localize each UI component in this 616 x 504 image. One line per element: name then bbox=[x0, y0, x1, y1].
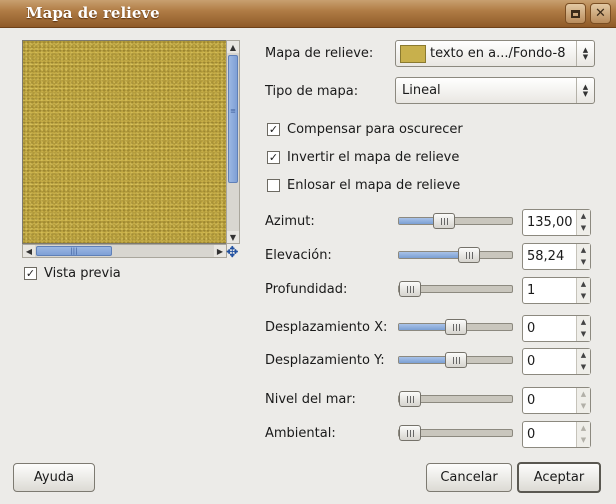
offset-y-slider[interactable] bbox=[398, 352, 513, 368]
grip-icon: ≡ bbox=[230, 107, 236, 115]
window-title: Mapa de relieve bbox=[26, 4, 160, 22]
waterlevel-label: Nivel del mar: bbox=[265, 392, 356, 407]
option-label: Enlosar el mapa de relieve bbox=[287, 178, 461, 193]
slider-knob[interactable] bbox=[445, 319, 467, 335]
horizontal-scroll-thumb[interactable]: ||| bbox=[36, 246, 112, 256]
elevation-value: 58,24 bbox=[527, 249, 565, 264]
slider-knob[interactable] bbox=[433, 213, 455, 229]
tile-checkbox[interactable]: Enlosar el mapa de relieve bbox=[267, 178, 460, 193]
grip-icon: ||| bbox=[70, 247, 78, 255]
spin-arrows-icon[interactable]: ▲ ▼ bbox=[576, 422, 590, 447]
offset-y-label: Desplazamiento Y: bbox=[265, 353, 385, 368]
compensate-checkbox[interactable]: ✓ Compensar para oscurecer bbox=[267, 122, 463, 137]
depth-slider[interactable] bbox=[398, 281, 513, 297]
ambient-value: 0 bbox=[527, 427, 536, 442]
ok-button-label: Aceptar bbox=[533, 470, 585, 485]
preview-checkbox[interactable]: ✓ Vista previa bbox=[24, 266, 121, 281]
preview-image[interactable] bbox=[22, 40, 227, 244]
offset-x-slider[interactable] bbox=[398, 319, 513, 335]
azimuth-spinbutton[interactable]: 135,00 ▲ ▼ bbox=[522, 209, 591, 236]
spin-arrows-icon[interactable]: ▲ ▼ bbox=[576, 278, 590, 303]
waterlevel-spinbutton[interactable]: 0 ▲ ▼ bbox=[522, 387, 591, 414]
offset-y-spinbutton[interactable]: 0 ▲ ▼ bbox=[522, 348, 591, 375]
title-bar: Mapa de relieve ✕ bbox=[0, 0, 616, 28]
map-type-select[interactable]: Lineal ▲ ▼ bbox=[395, 77, 595, 104]
slider-knob[interactable] bbox=[458, 247, 480, 263]
scroll-right-icon[interactable]: ▶ bbox=[214, 245, 226, 257]
scroll-down-icon[interactable]: ▼ bbox=[227, 231, 239, 243]
checkbox-box[interactable] bbox=[267, 179, 280, 192]
depth-label: Profundidad: bbox=[265, 282, 348, 297]
waterlevel-value: 0 bbox=[527, 393, 536, 408]
offset-x-value: 0 bbox=[527, 321, 536, 336]
maximize-icon bbox=[571, 9, 580, 18]
cancel-button-label: Cancelar bbox=[440, 470, 498, 485]
preview-vertical-scrollbar[interactable]: ▲ ≡ ▼ bbox=[226, 40, 240, 244]
offset-x-spinbutton[interactable]: 0 ▲ ▼ bbox=[522, 315, 591, 342]
spin-arrows-icon[interactable]: ▲ ▼ bbox=[576, 388, 590, 413]
slider-knob[interactable] bbox=[445, 352, 467, 368]
azimuth-slider[interactable] bbox=[398, 213, 513, 229]
elevation-slider[interactable] bbox=[398, 247, 513, 263]
spin-arrows-icon[interactable]: ▲ ▼ bbox=[576, 244, 590, 269]
azimuth-value: 135,00 bbox=[527, 215, 573, 230]
slider-knob[interactable] bbox=[399, 391, 421, 407]
close-button[interactable]: ✕ bbox=[590, 3, 611, 24]
waterlevel-slider[interactable] bbox=[398, 391, 513, 407]
map-type-label: Tipo de mapa: bbox=[265, 84, 359, 99]
azimuth-label: Azimut: bbox=[265, 214, 315, 229]
select-arrows-icon: ▲ ▼ bbox=[576, 78, 594, 103]
offset-y-value: 0 bbox=[527, 354, 536, 369]
map-type-value: Lineal bbox=[402, 83, 441, 98]
depth-spinbutton[interactable]: 1 ▲ ▼ bbox=[522, 277, 591, 304]
help-button[interactable]: Ayuda bbox=[13, 463, 95, 492]
scroll-up-icon[interactable]: ▲ bbox=[227, 41, 239, 53]
preview-checkbox-label: Vista previa bbox=[44, 266, 121, 281]
ambient-label: Ambiental: bbox=[265, 426, 336, 441]
checkbox-box[interactable]: ✓ bbox=[267, 151, 280, 164]
ambient-slider[interactable] bbox=[398, 425, 513, 441]
navigate-move-icon[interactable]: ✥ bbox=[226, 245, 239, 260]
maximize-button[interactable] bbox=[565, 3, 586, 24]
help-button-label: Ayuda bbox=[33, 470, 75, 485]
invert-checkbox[interactable]: ✓ Invertir el mapa de relieve bbox=[267, 150, 459, 165]
bumpmap-select[interactable]: texto en a.../Fondo-8 ▲ ▼ bbox=[395, 40, 595, 67]
spin-arrows-icon[interactable]: ▲ ▼ bbox=[576, 210, 590, 235]
close-icon: ✕ bbox=[595, 6, 606, 21]
preview-horizontal-scrollbar[interactable]: ◀ ||| ▶ bbox=[22, 244, 227, 258]
elevation-spinbutton[interactable]: 58,24 ▲ ▼ bbox=[522, 243, 591, 270]
ambient-spinbutton[interactable]: 0 ▲ ▼ bbox=[522, 421, 591, 448]
scroll-left-icon[interactable]: ◀ bbox=[23, 245, 35, 257]
bumpmap-swatch bbox=[400, 44, 426, 63]
spin-arrows-icon[interactable]: ▲ ▼ bbox=[576, 349, 590, 374]
vertical-scroll-thumb[interactable]: ≡ bbox=[228, 55, 238, 183]
checkbox-box[interactable]: ✓ bbox=[24, 267, 37, 280]
slider-knob[interactable] bbox=[399, 281, 421, 297]
checkbox-box[interactable]: ✓ bbox=[267, 123, 280, 136]
bumpmap-value: texto en a.../Fondo-8 bbox=[430, 46, 566, 61]
select-arrows-icon: ▲ ▼ bbox=[576, 41, 594, 66]
slider-knob[interactable] bbox=[399, 425, 421, 441]
elevation-label: Elevación: bbox=[265, 248, 332, 263]
cancel-button[interactable]: Cancelar bbox=[426, 463, 512, 492]
option-label: Invertir el mapa de relieve bbox=[287, 150, 460, 165]
depth-value: 1 bbox=[527, 283, 536, 298]
bumpmap-label: Mapa de relieve: bbox=[265, 46, 374, 61]
spin-arrows-icon[interactable]: ▲ ▼ bbox=[576, 316, 590, 341]
option-label: Compensar para oscurecer bbox=[287, 122, 463, 137]
ok-button[interactable]: Aceptar bbox=[517, 462, 601, 493]
offset-x-label: Desplazamiento X: bbox=[265, 320, 388, 335]
